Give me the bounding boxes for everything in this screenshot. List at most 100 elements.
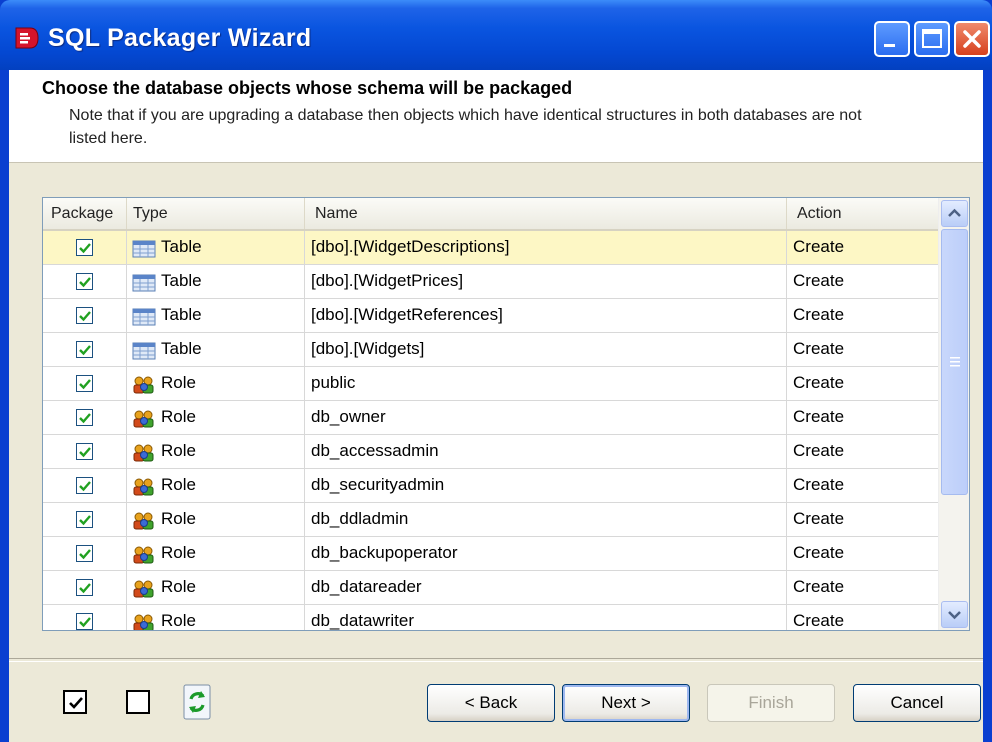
package-cell [43, 299, 127, 333]
select-none-button[interactable] [126, 690, 150, 714]
package-cell [43, 605, 127, 630]
type-label: Table [161, 271, 202, 290]
close-button[interactable] [954, 21, 990, 57]
package-cell [43, 435, 127, 469]
package-checkbox[interactable] [76, 477, 93, 494]
package-checkbox[interactable] [76, 511, 93, 528]
type-cell: Role [127, 537, 305, 571]
name-cell: db_datawriter [305, 605, 787, 630]
package-checkbox[interactable] [76, 613, 93, 630]
type-label: Table [161, 237, 202, 256]
table-row[interactable]: Role db_accessadmin Create [43, 435, 938, 469]
table-icon [132, 308, 156, 326]
finish-button[interactable]: Finish [707, 684, 835, 722]
type-label: Role [161, 611, 196, 630]
package-checkbox[interactable] [76, 375, 93, 392]
next-button[interactable]: Next > [562, 684, 690, 722]
table-row[interactable]: Table [dbo].[WidgetDescriptions] Create [43, 231, 938, 265]
uncheck-all-icon [130, 694, 148, 712]
scroll-down-button[interactable] [941, 601, 968, 628]
type-label: Role [161, 475, 196, 494]
package-cell [43, 571, 127, 605]
table-icon [132, 342, 156, 360]
name-cell: public [305, 367, 787, 401]
package-cell [43, 537, 127, 571]
table-row[interactable]: Role db_datawriter Create [43, 605, 938, 630]
table-row[interactable]: Role db_datareader Create [43, 571, 938, 605]
type-label: Role [161, 577, 196, 596]
checkmark-icon [79, 481, 91, 492]
role-icon [133, 376, 154, 394]
checkmark-icon [79, 277, 91, 288]
checkmark-icon [79, 345, 91, 356]
table-row[interactable]: Table [dbo].[WidgetReferences] Create [43, 299, 938, 333]
grid-header: Package Type Name Action [43, 198, 938, 231]
checkmark-icon [79, 243, 91, 254]
package-checkbox[interactable] [76, 341, 93, 358]
package-cell [43, 265, 127, 299]
type-cell: Role [127, 605, 305, 630]
close-icon [963, 30, 981, 48]
table-row[interactable]: Table [dbo].[WidgetPrices] Create [43, 265, 938, 299]
package-cell [43, 469, 127, 503]
package-checkbox[interactable] [76, 545, 93, 562]
scroll-up-button[interactable] [941, 200, 968, 227]
action-cell: Create [793, 237, 845, 256]
table-row[interactable]: Role db_backupoperator Create [43, 537, 938, 571]
package-checkbox[interactable] [76, 307, 93, 324]
cancel-button[interactable]: Cancel [853, 684, 981, 722]
role-icon [133, 546, 154, 564]
back-button[interactable]: < Back [427, 684, 555, 722]
column-header-name[interactable]: Name [305, 198, 787, 229]
wizard-body: Choose the database objects whose schema… [9, 70, 983, 742]
role-icon [133, 444, 154, 462]
select-all-button[interactable] [63, 690, 87, 714]
type-cell: Role [127, 367, 305, 401]
type-label: Role [161, 441, 196, 460]
package-checkbox[interactable] [76, 579, 93, 596]
type-cell: Table [127, 265, 305, 299]
table-row[interactable]: Role public Create [43, 367, 938, 401]
page-note: Note that if you are upgrading a databas… [69, 107, 862, 147]
name-cell: db_securityadmin [305, 469, 787, 503]
name-cell: db_owner [305, 401, 787, 435]
role-icon [133, 614, 154, 630]
table-row[interactable]: Role db_owner Create [43, 401, 938, 435]
role-icon [133, 410, 154, 428]
table-row[interactable]: Role db_ddladmin Create [43, 503, 938, 537]
checkmark-icon [79, 311, 91, 322]
type-label: Role [161, 373, 196, 392]
checkmark-icon [79, 379, 91, 390]
type-label: Table [161, 339, 202, 358]
refresh-icon[interactable] [181, 683, 213, 721]
table-row[interactable]: Table [dbo].[Widgets] Create [43, 333, 938, 367]
table-row[interactable]: Role db_securityadmin Create [43, 469, 938, 503]
action-cell: Create [793, 271, 845, 290]
package-cell [43, 503, 127, 537]
minimize-button[interactable] [874, 21, 910, 57]
type-cell: Role [127, 435, 305, 469]
package-cell [43, 333, 127, 367]
package-checkbox[interactable] [76, 273, 93, 290]
package-checkbox[interactable] [76, 239, 93, 256]
package-checkbox[interactable] [76, 409, 93, 426]
type-label: Role [161, 543, 196, 562]
scroll-thumb[interactable] [941, 229, 968, 495]
page-title: Choose the database objects whose schema… [42, 78, 573, 98]
maximize-icon [922, 29, 942, 48]
column-header-action[interactable]: Action [787, 198, 938, 229]
maximize-button[interactable] [914, 21, 950, 57]
vertical-scrollbar[interactable] [938, 198, 969, 630]
type-cell: Role [127, 401, 305, 435]
title-bar[interactable]: SQL Packager Wizard [0, 0, 992, 70]
package-cell [43, 367, 127, 401]
name-cell: [dbo].[WidgetReferences] [305, 299, 787, 333]
objects-grid[interactable]: Package Type Name Action Table [dbo].[Wid… [42, 197, 970, 631]
package-checkbox[interactable] [76, 443, 93, 460]
column-header-type[interactable]: Type [127, 198, 305, 229]
action-cell: Create [793, 407, 845, 426]
type-cell: Role [127, 571, 305, 605]
type-label: Table [161, 305, 202, 324]
window-title: SQL Packager Wizard [48, 24, 312, 52]
column-header-package[interactable]: Package [43, 198, 127, 229]
